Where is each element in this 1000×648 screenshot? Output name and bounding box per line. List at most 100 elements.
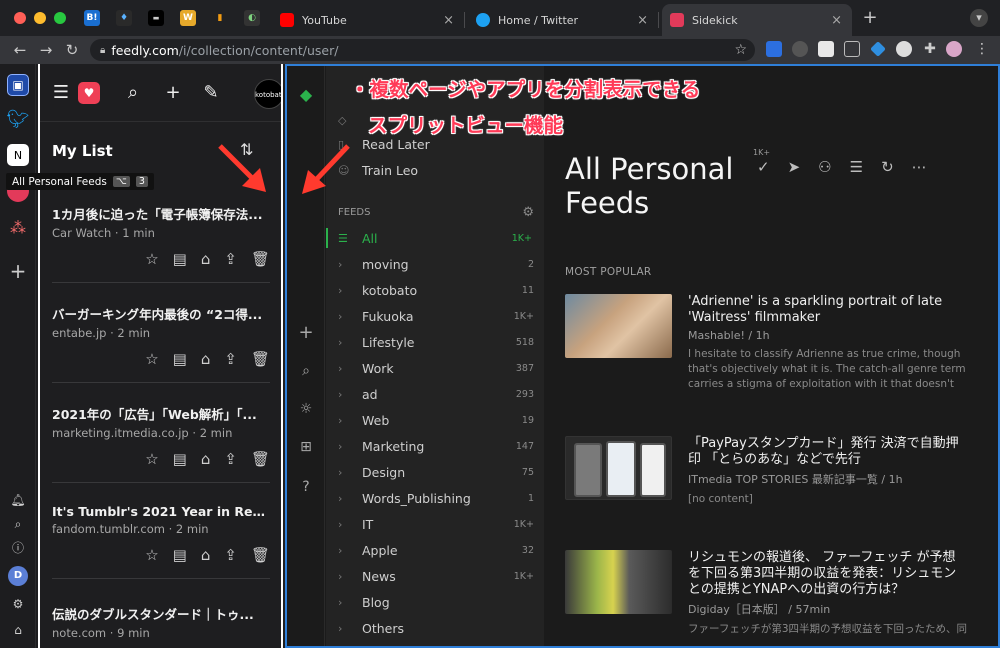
share-icon[interactable]: ⇪	[224, 350, 237, 368]
item-title[interactable]: It's Tumblr's 2021 Year in Review!	[52, 504, 270, 519]
extension-globe-icon[interactable]	[896, 41, 912, 57]
list-item[interactable]: バーガーキング年内最後の “2コ得... entabe.jp · 2 min ☆…	[52, 304, 270, 383]
user-avatar[interactable]: D	[8, 566, 28, 586]
close-window-button[interactable]	[14, 12, 26, 24]
share-icon[interactable]: ⇪	[224, 450, 237, 468]
tag-icon[interactable]: ⌂	[201, 450, 211, 468]
archive-icon[interactable]: ▤	[173, 250, 187, 268]
gift-icon[interactable]: ⊞	[297, 438, 315, 456]
pinned-tab-dark[interactable]: ▬	[148, 10, 164, 26]
pinned-tab-w[interactable]: W	[180, 10, 196, 26]
pocket-logo-icon[interactable]: ♥	[78, 82, 100, 104]
address-bar[interactable]: 🔒︎ feedly.com /i/collection/content/user…	[90, 39, 755, 61]
favorite-star-icon[interactable]: ☆	[145, 450, 158, 468]
profile-avatar[interactable]: kotobato	[254, 79, 281, 109]
archive-icon[interactable]: ▤	[173, 546, 187, 564]
new-tab-button[interactable]: +	[860, 8, 880, 28]
chevron-right-icon[interactable]: ›	[338, 362, 362, 375]
item-title[interactable]: 1カ月後に迫った「電子帳簿保存法...	[52, 204, 270, 223]
feedly-logo-icon[interactable]: ◆	[297, 86, 315, 104]
back-arrow-icon[interactable]: ←	[10, 40, 30, 60]
chevron-right-icon[interactable]: ›	[338, 414, 362, 427]
article-thumbnail[interactable]	[565, 436, 672, 500]
refresh-icon[interactable]: ↻	[881, 158, 894, 176]
chevron-right-icon[interactable]: ›	[338, 336, 362, 349]
asana-app-icon[interactable]: ⁂	[7, 216, 29, 238]
delete-trash-icon[interactable]: 🗑︎	[251, 250, 270, 268]
item-title[interactable]: バーガーキング年内最後の “2コ得...	[52, 304, 270, 323]
article-headline[interactable]: リシュモンの報道後、 ファーフェッチ が予想を下回る第3四半期の収益を発表：リシ…	[688, 550, 968, 598]
extension-info-icon[interactable]	[792, 41, 808, 57]
delete-trash-icon[interactable]: 🗑︎	[251, 450, 270, 468]
chevron-right-icon[interactable]: ›	[338, 622, 362, 635]
article-headline[interactable]: 'Adrienne' is a sparkling portrait of la…	[688, 294, 968, 326]
minimize-window-button[interactable]	[34, 12, 46, 24]
search-icon[interactable]: ⌕	[297, 362, 315, 380]
profile-avatar[interactable]	[946, 41, 962, 57]
pinned-tab-analytics[interactable]: ▮	[212, 10, 228, 26]
pinned-tab-hatena[interactable]: B!	[84, 10, 100, 26]
settings-gear-icon[interactable]: ⚙	[10, 596, 26, 612]
close-tab-icon[interactable]: ×	[443, 13, 454, 28]
item-title[interactable]: 2021年の「広告」「Web解析」「...	[52, 404, 270, 423]
bookmark-star-icon[interactable]: ☆	[734, 42, 747, 58]
item-title[interactable]: 伝説のダブルスタンダード｜トゥ...	[52, 604, 270, 623]
home-icon[interactable]: ⌂	[10, 622, 26, 638]
favorite-star-icon[interactable]: ☆	[145, 250, 158, 268]
share-send-icon[interactable]: ➤	[788, 158, 801, 176]
browser-menu-icon[interactable]: ⋮	[974, 41, 990, 57]
feed-category[interactable]: › Marketing 147	[338, 436, 534, 456]
chevron-right-icon[interactable]: ›	[338, 388, 362, 401]
search-icon[interactable]: ⌕	[10, 516, 26, 532]
feed-category[interactable]: › moving 2	[338, 254, 534, 274]
feed-category[interactable]: › ad 293	[338, 384, 534, 404]
list-view-icon[interactable]: ☰	[850, 158, 863, 176]
team-users-icon[interactable]: ⚇	[818, 158, 831, 176]
chevron-right-icon[interactable]: ›	[338, 466, 362, 479]
close-tab-icon[interactable]: ×	[637, 13, 648, 28]
help-icon[interactable]: ⓘ	[10, 540, 26, 556]
search-icon[interactable]: ⌕	[122, 82, 144, 104]
share-icon[interactable]: ⇪	[224, 250, 237, 268]
chevron-right-icon[interactable]: ›	[338, 284, 362, 297]
app-switcher-icon[interactable]: ▣	[7, 74, 29, 96]
feed-category[interactable]: › kotobato 11	[338, 280, 534, 300]
extensions-puzzle-icon[interactable]: ✚	[922, 41, 938, 57]
feed-category[interactable]: › Lifestyle 518	[338, 332, 534, 352]
tag-icon[interactable]: ⌂	[201, 350, 211, 368]
notion-app-icon[interactable]: N	[7, 144, 29, 166]
feed-category[interactable]: › Apple 32	[338, 540, 534, 560]
article-headline[interactable]: 「PayPayスタンプカード」発行 決済で自動押印 「とらのあな」などで先行	[688, 436, 968, 468]
chevron-right-icon[interactable]: ›	[338, 596, 362, 609]
feed-all[interactable]: ☰ All 1K+	[326, 228, 532, 248]
more-options-icon[interactable]: ⋯	[912, 158, 927, 176]
tab-sidekick[interactable]: Sidekick ×	[662, 4, 852, 36]
pinned-tab-gem[interactable]: ♦	[116, 10, 132, 26]
archive-icon[interactable]: ▤	[173, 450, 187, 468]
feed-category[interactable]: › Work 387	[338, 358, 534, 378]
theme-sun-icon[interactable]: ☼	[297, 400, 315, 418]
chevron-right-icon[interactable]: ›	[338, 492, 362, 505]
feed-category[interactable]: › Blog	[338, 592, 534, 612]
tab-youtube[interactable]: YouTube ×	[272, 4, 464, 36]
share-icon[interactable]: ⇪	[224, 546, 237, 564]
zoom-window-button[interactable]	[54, 12, 66, 24]
tag-icon[interactable]: ⌂	[201, 546, 211, 564]
add-app-icon[interactable]: +	[7, 259, 29, 283]
favorite-star-icon[interactable]: ☆	[145, 350, 158, 368]
add-icon[interactable]: +	[162, 82, 184, 104]
mark-read-check-icon[interactable]: ✓ 1K+	[753, 148, 770, 176]
edit-pencil-icon[interactable]: ✎	[200, 82, 222, 104]
tag-icon[interactable]: ⌂	[201, 250, 211, 268]
chevron-right-icon[interactable]: ›	[338, 570, 362, 583]
chevron-right-icon[interactable]: ›	[338, 544, 362, 557]
feed-category[interactable]: › Others	[338, 618, 534, 638]
list-item[interactable]: 2021年の「広告」「Web解析」「... marketing.itmedia.…	[52, 404, 270, 483]
feed-category[interactable]: › News 1K+	[338, 566, 534, 586]
list-item[interactable]: 伝説のダブルスタンダード｜トゥ... note.com · 9 min	[52, 604, 270, 640]
extension-s-icon[interactable]	[818, 41, 834, 57]
chevron-right-icon[interactable]: ›	[338, 518, 362, 531]
chevron-right-icon[interactable]: ›	[338, 258, 362, 271]
list-item[interactable]: It's Tumblr's 2021 Year in Review! fando…	[52, 504, 270, 579]
delete-trash-icon[interactable]: 🗑︎	[251, 546, 270, 564]
